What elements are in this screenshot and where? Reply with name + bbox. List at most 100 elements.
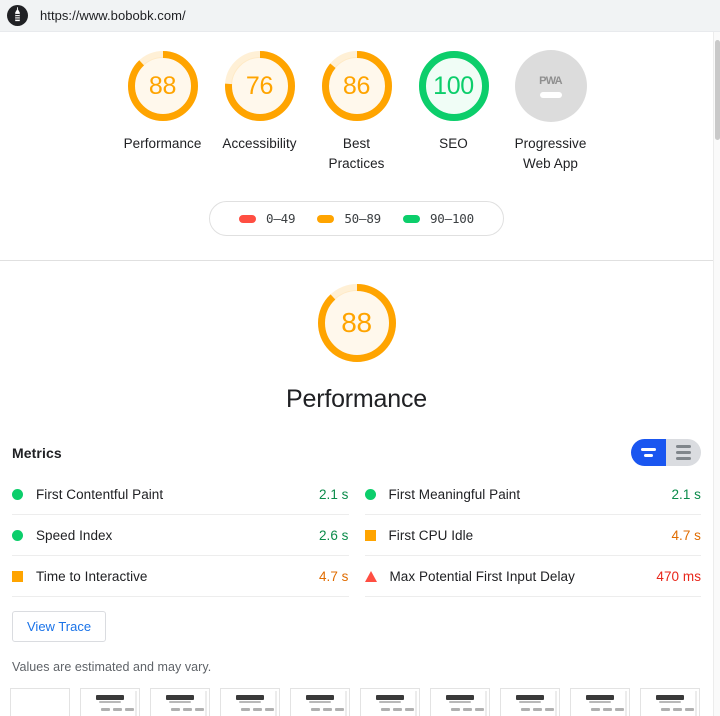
mini-nav <box>646 708 694 711</box>
metrics-view-toggle[interactable] <box>631 439 701 466</box>
page-scrollbar[interactable] <box>713 32 720 716</box>
performance-category-title: Performance <box>286 385 427 413</box>
mini-scrollbar <box>345 691 347 716</box>
legend-range-label: 50–89 <box>344 211 381 226</box>
legend-swatch-icon <box>317 214 335 223</box>
mini-site-subtitle <box>99 701 121 703</box>
metric-row[interactable]: Max Potential First Input Delay 470 ms <box>364 556 701 597</box>
filmstrip-frame <box>10 688 70 716</box>
metric-name: First Contentful Paint <box>36 486 164 502</box>
filmstrip-frame <box>500 688 560 716</box>
lighthouse-report: https://www.bobobk.com/ 88 Performance 7… <box>0 0 720 716</box>
legend-item: 90–100 <box>392 211 485 226</box>
toggle-line <box>676 451 691 454</box>
score-gauge: 100 <box>418 50 490 122</box>
filmstrip-page-preview <box>291 689 349 716</box>
legend-swatch-icon <box>239 214 257 223</box>
mini-nav <box>576 708 624 711</box>
mini-site-title <box>305 695 335 700</box>
mini-site-subtitle <box>589 701 611 703</box>
filmstrip-frame <box>290 688 350 716</box>
mini-scrollbar <box>275 691 277 716</box>
metric-rating-icon <box>364 488 376 500</box>
metric-name: First CPU Idle <box>388 527 474 543</box>
view-trace-row: View Trace <box>0 597 713 642</box>
score-label: SEO <box>439 136 468 151</box>
filmstrip-frame <box>360 688 420 716</box>
score-legend-row: 0–49 50–89 90–100 <box>0 201 713 236</box>
score-gauge: 76 <box>224 50 296 122</box>
mini-site-subtitle <box>659 701 681 703</box>
score-value: 100 <box>433 71 474 100</box>
expanded-view-toggle[interactable] <box>666 439 701 466</box>
metric-value: 4.7 s <box>318 568 349 584</box>
mini-nav <box>296 708 344 711</box>
filmstrip-frame <box>220 688 280 716</box>
score-item[interactable]: 76 Accessibility <box>211 50 308 174</box>
toggle-line <box>676 445 691 448</box>
mini-site-subtitle <box>449 701 471 703</box>
pwa-gauge-disabled: PWA <box>514 50 587 122</box>
pwa-badge-label: PWA <box>539 74 562 87</box>
legend-swatch-icon <box>402 214 420 223</box>
mini-scrollbar <box>625 691 627 716</box>
mini-site-subtitle <box>519 701 541 703</box>
legend-range-label: 0–49 <box>266 211 296 226</box>
legend-item: 0–49 <box>228 211 306 226</box>
filmstrip <box>0 674 713 716</box>
metric-row[interactable]: First Contentful Paint 2.1 s <box>12 474 349 515</box>
metric-rating-icon <box>364 529 376 541</box>
score-item[interactable]: 86 Best Practices <box>308 50 405 174</box>
metric-value: 470 ms <box>656 568 701 584</box>
metrics-header: Metrics <box>0 439 713 466</box>
view-trace-button[interactable]: View Trace <box>12 611 107 642</box>
mini-site-title <box>95 695 125 700</box>
pwa-null-dash <box>539 91 562 98</box>
simple-view-toggle[interactable] <box>631 439 666 466</box>
mini-site-subtitle <box>309 701 331 703</box>
mini-site-title <box>165 695 195 700</box>
mini-site-title <box>585 695 615 700</box>
mini-nav <box>506 708 554 711</box>
toggle-line <box>676 457 691 460</box>
score-value: 88 <box>148 71 177 100</box>
score-gauges: 88 Performance 76 Accessibility 86 Best P… <box>0 32 713 174</box>
metric-row[interactable]: First Meaningful Paint 2.1 s <box>364 474 701 515</box>
performance-gauge: 88 <box>317 283 397 363</box>
mini-site-title <box>515 695 545 700</box>
mini-scrollbar <box>135 691 137 716</box>
scrollbar-thumb[interactable] <box>715 40 720 140</box>
metric-value: 4.7 s <box>671 527 701 543</box>
mini-scrollbar <box>485 691 487 716</box>
toggle-line <box>641 448 656 451</box>
score-label: Best Practices <box>328 136 385 171</box>
metric-value: 2.1 s <box>318 486 349 502</box>
score-item[interactable]: 88 Performance <box>114 50 211 174</box>
mini-nav <box>86 708 134 711</box>
metric-row[interactable]: Speed Index 2.6 s <box>12 515 349 556</box>
metric-name: Speed Index <box>36 527 113 543</box>
metric-name: Time to Interactive <box>36 568 148 584</box>
metrics-title: Metrics <box>12 444 62 461</box>
mini-nav <box>436 708 484 711</box>
filmstrip-page-preview <box>221 689 279 716</box>
filmstrip-page-preview <box>81 689 139 716</box>
score-item[interactable]: PWA Progressive Web App <box>502 50 599 174</box>
score-item[interactable]: 100 SEO <box>405 50 502 174</box>
metrics-columns: First Contentful Paint 2.1 s Speed Index… <box>0 474 713 597</box>
mini-site-title <box>445 695 475 700</box>
filmstrip-frame <box>570 688 630 716</box>
mini-site-title <box>235 695 265 700</box>
filmstrip-page-preview <box>571 689 629 716</box>
metric-value: 2.6 s <box>318 527 349 543</box>
filmstrip-page-preview <box>641 689 699 716</box>
metrics-column-left: First Contentful Paint 2.1 s Speed Index… <box>12 474 349 597</box>
filmstrip-frame <box>80 688 140 716</box>
score-value: 86 <box>342 71 371 100</box>
url-bar: https://www.bobobk.com/ <box>0 0 720 32</box>
metric-row[interactable]: First CPU Idle 4.7 s <box>364 515 701 556</box>
metric-rating-icon <box>12 570 23 582</box>
filmstrip-frame <box>150 688 210 716</box>
metric-row[interactable]: Time to Interactive 4.7 s <box>12 556 349 597</box>
filmstrip-page-preview <box>151 689 209 716</box>
